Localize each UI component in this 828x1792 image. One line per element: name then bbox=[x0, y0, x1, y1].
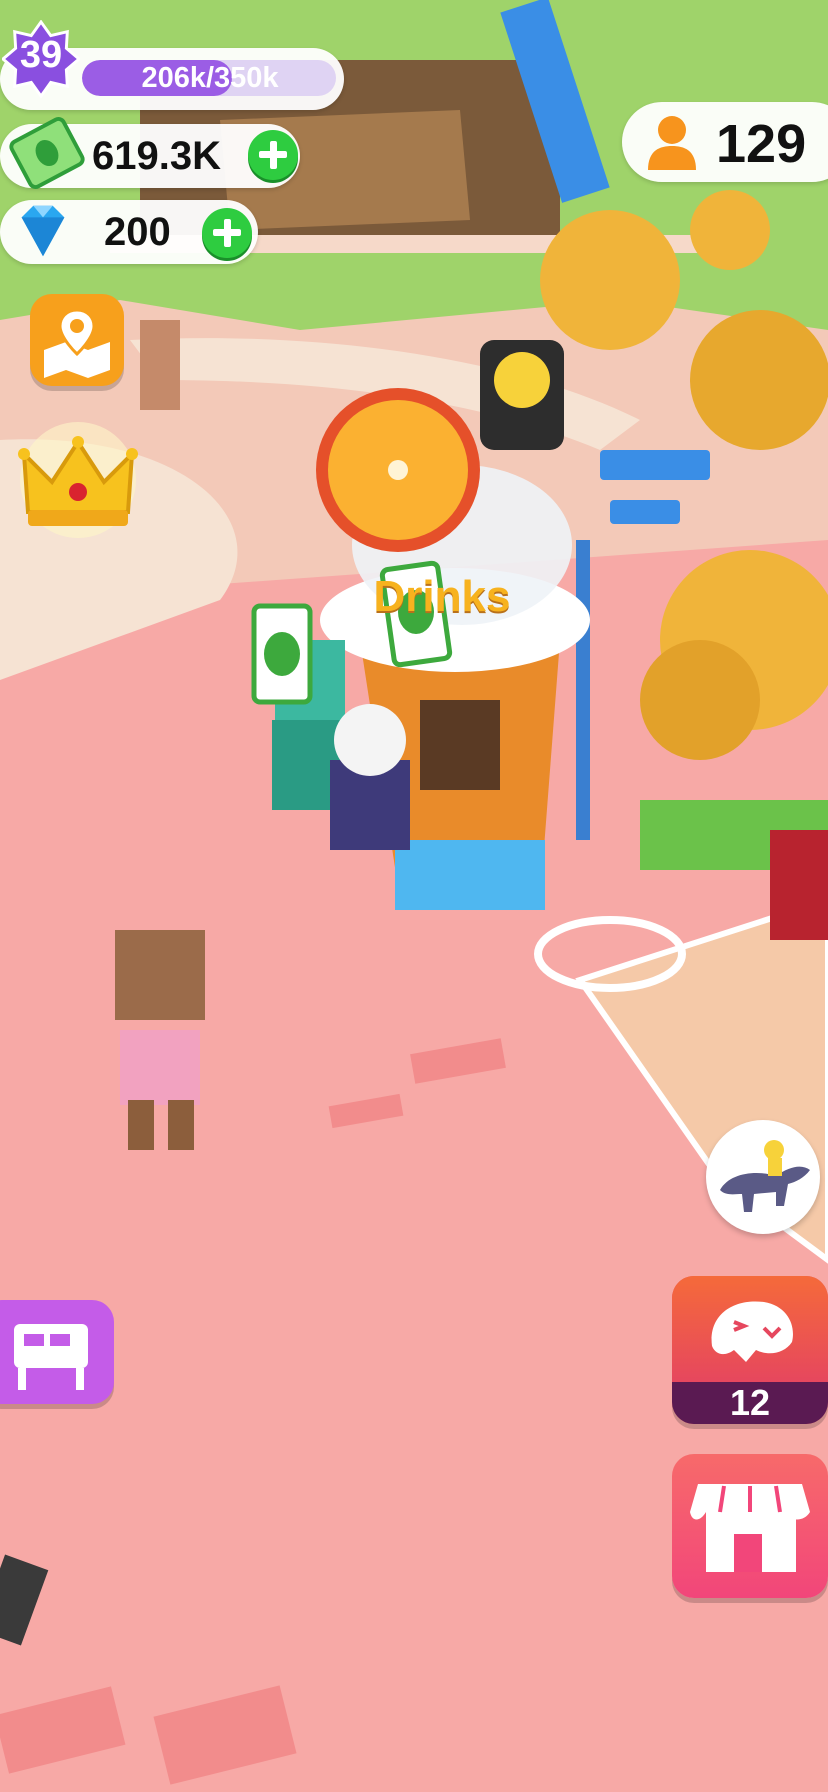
crown-button[interactable] bbox=[14, 420, 142, 538]
visitors-count: 129 bbox=[716, 114, 807, 174]
stand-button[interactable] bbox=[0, 1300, 114, 1404]
xp-progress-text: 206k/350k bbox=[141, 62, 279, 94]
plus-icon bbox=[213, 219, 241, 247]
dino-rider-button[interactable] bbox=[706, 1120, 820, 1234]
diamond-icon bbox=[8, 196, 80, 268]
map-button[interactable] bbox=[30, 294, 124, 386]
dino-count: 12 bbox=[729, 1382, 771, 1423]
money-amount: 619.3K bbox=[92, 134, 221, 178]
level-badge[interactable]: 39 bbox=[0, 19, 82, 99]
plus-icon bbox=[259, 141, 287, 169]
dino-head-icon bbox=[711, 1301, 793, 1362]
shop-button[interactable] bbox=[672, 1454, 828, 1598]
dino-collection-button[interactable]: 12 bbox=[672, 1276, 828, 1424]
add-money-button[interactable] bbox=[248, 130, 298, 180]
cash-icon bbox=[8, 114, 86, 194]
map-pin-icon bbox=[44, 308, 110, 378]
shop-awning-icon bbox=[690, 1484, 810, 1572]
add-gems-button[interactable] bbox=[202, 208, 252, 258]
level-number: 39 bbox=[19, 34, 63, 76]
gems-amount: 200 bbox=[104, 210, 171, 254]
stand-icon bbox=[14, 1324, 88, 1390]
crown-icon bbox=[18, 422, 138, 538]
stand-sign: Drinks bbox=[373, 572, 511, 621]
dinosaur-rider-icon bbox=[720, 1140, 810, 1212]
person-icon bbox=[640, 110, 704, 176]
